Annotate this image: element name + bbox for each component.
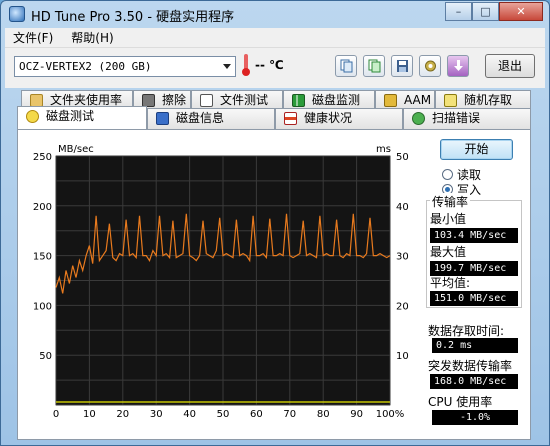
x-tick-label: 80 [317,409,330,420]
left-tick-label: 250 [33,152,52,163]
avg-value: 151.0 MB/sec [430,291,518,306]
x-tick-label: 70 [283,409,296,420]
copy-text-icon [340,59,353,73]
max-label: 最大值 [430,245,467,259]
health-cross-icon [284,112,297,125]
burst-rate-label: 突发数据传输率 [428,359,513,373]
window-controls: – □ ✕ [445,2,543,21]
access-time-label: 数据存取时间: [428,324,505,338]
chevron-down-icon [223,64,231,69]
left-tick-label: 150 [33,252,52,263]
tab-file-test[interactable]: 文件测试 [191,90,283,110]
tab-label: 磁盘测试 [46,109,95,123]
options-icon [425,60,436,72]
title-bar[interactable]: HD Tune Pro 3.50 - 硬盘实用程序 – □ ✕ [1,1,549,27]
min-label: 最小值 [430,212,467,226]
x-tick-label: 40 [183,409,196,420]
access-time-value: 0.2 ms [432,338,518,353]
tab-label: 扫描错误 [432,111,481,125]
options-button[interactable] [419,55,441,77]
magnifier-icon [412,112,425,125]
tab-aam[interactable]: AAM [375,90,435,110]
tab-label: 随机存取 [464,93,513,107]
right-tick-label: 20 [396,301,409,312]
copy-text-button[interactable] [335,55,357,77]
tab-random-access[interactable]: 随机存取 [435,90,531,110]
drive-select-value: OCZ-VERTEX2 (200 GB) [19,60,152,73]
grid-chart-icon [444,94,457,107]
download-icon [454,60,463,71]
read-radio[interactable] [442,169,453,180]
menu-bar: 文件(F) 帮助(H) [5,28,545,48]
tab-label: 文件夹使用率 [50,93,123,107]
x-tick-label: 90 [350,409,363,420]
tab-label: 擦除 [162,93,187,107]
menu-file[interactable]: 文件(F) [13,29,53,46]
tab-health[interactable]: 健康状况 [275,108,403,129]
copy-image-icon [368,59,381,73]
download-button[interactable] [447,55,469,77]
toolbar: OCZ-VERTEX2 (200 GB) -- ℃ 退出 [5,48,545,88]
left-axis-label: MB/sec [58,144,94,155]
tab-label: 磁盘信息 [176,111,225,125]
app-icon [9,6,25,22]
tab-error-scan[interactable]: 扫描错误 [403,108,531,129]
x-tick-label: 10 [83,409,96,420]
benchmark-panel: MB/sec ms 250 200 150 100 50 50 40 30 20 10 0 10 20 30 4… [17,129,531,440]
speaker-icon [384,94,397,107]
x-tick-label: 20 [116,409,129,420]
tab-row-bottom: 磁盘测试 磁盘信息 健康状况 扫描错误 [17,106,531,129]
x-tick-label: 30 [150,409,163,420]
maximize-button[interactable]: □ [472,2,499,21]
tab-disk-info[interactable]: 磁盘信息 [147,108,275,129]
lightbulb-icon [26,110,39,123]
transfer-rate-chart: MB/sec ms2502001501005050403020100 10 20 30 4… [33,144,409,420]
x-tick-label: 60 [250,409,263,420]
cpu-usage-value: -1.0% [432,410,518,425]
tab-label: 健康状况 [304,111,353,125]
cpu-usage-label: CPU 使用率 [428,395,493,409]
start-button[interactable]: 开始 [440,139,513,160]
tab-disk-monitor[interactable]: 磁盘监测 [283,90,375,110]
tab-label: 磁盘监测 [312,93,361,107]
drive-select[interactable]: OCZ-VERTEX2 (200 GB) [14,56,236,77]
minimize-button[interactable]: – [445,2,472,21]
copy-image-button[interactable] [363,55,385,77]
min-value: 103.4 MB/sec [430,228,518,243]
bar-chart-icon [292,94,305,107]
x-tick-label: 100% [376,409,405,420]
avg-label: 平均值: [430,276,471,290]
menu-help[interactable]: 帮助(H) [71,29,113,46]
left-tick-label: 50 [39,351,52,362]
close-button[interactable]: ✕ [499,2,543,21]
left-tick-label: 100 [33,301,52,312]
left-tick-label: 200 [33,202,52,213]
right-tick-label: 30 [396,252,409,263]
x-tick-label: 50 [217,409,230,420]
exit-button[interactable]: 退出 [485,54,535,78]
temperature-readout: -- ℃ [255,58,284,72]
x-tick-label: 0 [53,409,59,420]
burst-rate-value: 168.0 MB/sec [430,374,518,389]
tab-label: 文件测试 [220,93,269,107]
save-button[interactable] [391,55,413,77]
right-tick-label: 10 [396,351,409,362]
right-tick-label: 40 [396,202,409,213]
transfer-rate-title: 传输率 [430,193,471,210]
file-icon [200,94,213,107]
tab-label: AAM [404,93,432,107]
right-axis-label: ms [376,144,391,155]
thermometer-icon [242,54,250,76]
tab-benchmark[interactable]: 磁盘测试 [17,106,147,129]
right-tick-label: 50 [396,152,409,163]
info-icon [156,112,169,125]
window-title: HD Tune Pro 3.50 - 硬盘实用程序 [31,10,235,25]
app-window: HD Tune Pro 3.50 - 硬盘实用程序 – □ ✕ 文件(F) 帮助… [0,0,550,446]
save-icon [397,60,408,72]
